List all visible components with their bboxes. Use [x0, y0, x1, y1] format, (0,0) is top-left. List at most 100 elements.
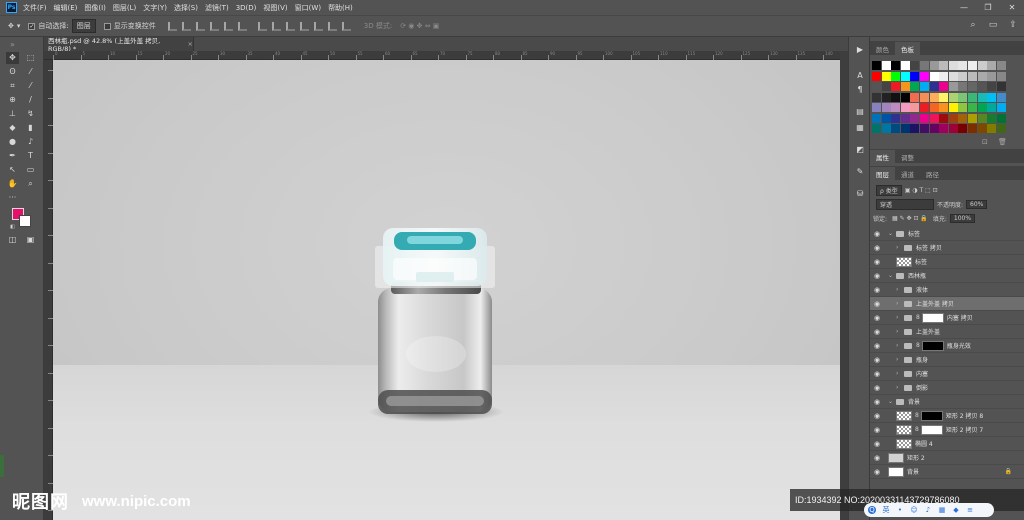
ime-emoji-icon[interactable]: ☺: [910, 506, 918, 514]
expand-arrow-icon[interactable]: ›: [896, 328, 902, 335]
ime-keyboard-icon[interactable]: ▦: [938, 506, 946, 514]
layer-row[interactable]: ◉ › 8 瓶身光效: [870, 339, 1024, 353]
menu-window[interactable]: 窗口(W): [295, 3, 321, 13]
path-selection-icon[interactable]: ↖: [6, 164, 19, 176]
menu-file[interactable]: 文件(F): [23, 3, 47, 13]
distribute-bottom-icon[interactable]: [285, 21, 295, 31]
color-swatch[interactable]: [996, 92, 1006, 102]
visibility-eye-icon[interactable]: ◉: [874, 440, 884, 448]
visibility-eye-icon[interactable]: ◉: [874, 314, 884, 322]
marquee-tool-icon[interactable]: ⬚: [24, 52, 37, 64]
paragraph-icon[interactable]: ¶: [854, 85, 866, 97]
color-swatch[interactable]: [958, 92, 968, 102]
menu-layer[interactable]: 图层(L): [113, 3, 136, 13]
color-swatch[interactable]: [920, 124, 929, 133]
color-swatch[interactable]: [977, 71, 987, 81]
color-swatch[interactable]: [968, 124, 977, 133]
expand-arrow-icon[interactable]: ⌄: [888, 230, 894, 237]
color-swatch[interactable]: [929, 61, 939, 70]
color-swatch[interactable]: [977, 61, 987, 70]
vertical-ruler[interactable]: [44, 60, 53, 520]
color-swatch[interactable]: [977, 103, 987, 112]
align-right-icon[interactable]: [237, 21, 247, 31]
close-icon[interactable]: ✕: [1000, 0, 1024, 15]
background-color-swatch[interactable]: [19, 215, 31, 227]
document-tab[interactable]: 西林瓶.psd @ 42.8% (上盖外盖 拷贝, RGB/8) * ×: [44, 37, 194, 53]
color-swatch[interactable]: [872, 113, 881, 123]
transform-checkbox[interactable]: [103, 22, 111, 30]
visibility-eye-icon[interactable]: ◉: [874, 468, 884, 476]
visibility-eye-icon[interactable]: ◉: [874, 286, 884, 294]
auto-align-icon[interactable]: [341, 21, 351, 31]
color-swatch[interactable]: [881, 82, 891, 91]
chain-link-icon[interactable]: 8: [915, 412, 919, 419]
lasso-tool-icon[interactable]: ʘ: [6, 66, 19, 78]
color-swatch[interactable]: [891, 124, 901, 133]
ime-skin-icon[interactable]: ◆: [952, 506, 960, 514]
color-swatch[interactable]: [958, 124, 968, 133]
color-swatch[interactable]: [881, 71, 891, 81]
color-swatch[interactable]: [968, 92, 977, 102]
color-swatch[interactable]: [958, 71, 968, 81]
color-swatch[interactable]: [968, 103, 977, 112]
align-left-icon[interactable]: [209, 21, 219, 31]
color-swatch[interactable]: [891, 61, 901, 70]
notes-icon[interactable]: ▦: [854, 123, 866, 135]
color-swatch[interactable]: [968, 113, 977, 123]
history-brush-icon[interactable]: ↯: [24, 108, 37, 120]
color-swatch[interactable]: [872, 103, 881, 112]
expand-arrow-icon[interactable]: ⌄: [888, 272, 894, 279]
color-swatch[interactable]: [910, 82, 920, 91]
layer-filter-dropdown[interactable]: ρ 类型: [876, 185, 902, 196]
layer-row[interactable]: ◉ 背景 🔒: [870, 465, 1024, 479]
color-swatch[interactable]: [920, 82, 929, 91]
color-swatch[interactable]: [948, 103, 958, 112]
expand-arrow-icon[interactable]: ›: [896, 314, 902, 321]
color-swatch[interactable]: [872, 82, 881, 91]
layer-mask-thumbnail[interactable]: [921, 340, 944, 351]
eyedropper-icon[interactable]: ⁄: [24, 80, 37, 92]
color-swatch[interactable]: [987, 113, 997, 123]
color-swatch[interactable]: [939, 113, 949, 123]
tab-layers[interactable]: 图层: [870, 167, 895, 180]
layer-row[interactable]: ◉ › 上盖外盖: [870, 325, 1024, 339]
layer-row[interactable]: ◉ ⌄ 西林瓶: [870, 269, 1024, 283]
delete-swatch-icon[interactable]: 🗑: [998, 138, 1007, 146]
color-swatch[interactable]: [881, 61, 891, 70]
expand-arrow-icon[interactable]: ⌄: [888, 398, 894, 405]
color-swatch[interactable]: [920, 71, 929, 81]
color-swatch[interactable]: [958, 113, 968, 123]
color-swatch[interactable]: [968, 82, 977, 91]
search-icon[interactable]: ⌕: [966, 20, 980, 34]
color-swatch[interactable]: [900, 61, 910, 70]
color-swatch[interactable]: [891, 71, 901, 81]
color-swatch[interactable]: [939, 124, 949, 133]
color-swatch[interactable]: [929, 71, 939, 81]
layer-row[interactable]: ◉ ⌄ 标签: [870, 227, 1024, 241]
align-top-icon[interactable]: [167, 21, 177, 31]
character-icon[interactable]: A: [854, 71, 866, 83]
tab-properties[interactable]: 属性: [870, 150, 895, 163]
fill-field[interactable]: 100%: [949, 214, 976, 223]
color-swatch[interactable]: [987, 61, 997, 70]
tab-swatches[interactable]: 色板: [895, 42, 920, 55]
color-swatch[interactable]: [958, 61, 968, 70]
brush-tool-icon[interactable]: /: [24, 94, 37, 106]
blur-tool-icon[interactable]: ●: [6, 136, 19, 148]
color-swatch[interactable]: [910, 92, 920, 102]
color-swatch[interactable]: [939, 103, 949, 112]
history-icon[interactable]: ▶: [854, 45, 866, 57]
more-tools-icon[interactable]: ···: [6, 192, 19, 204]
visibility-eye-icon[interactable]: ◉: [874, 272, 884, 280]
ime-voice-icon[interactable]: ♪: [924, 506, 932, 514]
visibility-eye-icon[interactable]: ◉: [874, 230, 884, 238]
color-swatch[interactable]: [977, 124, 987, 133]
tab-channels[interactable]: 通道: [895, 167, 920, 180]
color-swatch[interactable]: [910, 103, 920, 112]
color-swatch[interactable]: [872, 61, 881, 70]
color-swatch[interactable]: [987, 92, 997, 102]
color-swatch[interactable]: [910, 113, 920, 123]
color-swatch[interactable]: [948, 92, 958, 102]
layer-row[interactable]: ◉ › 上盖外盖 拷贝: [870, 297, 1024, 311]
visibility-eye-icon[interactable]: ◉: [874, 398, 884, 406]
